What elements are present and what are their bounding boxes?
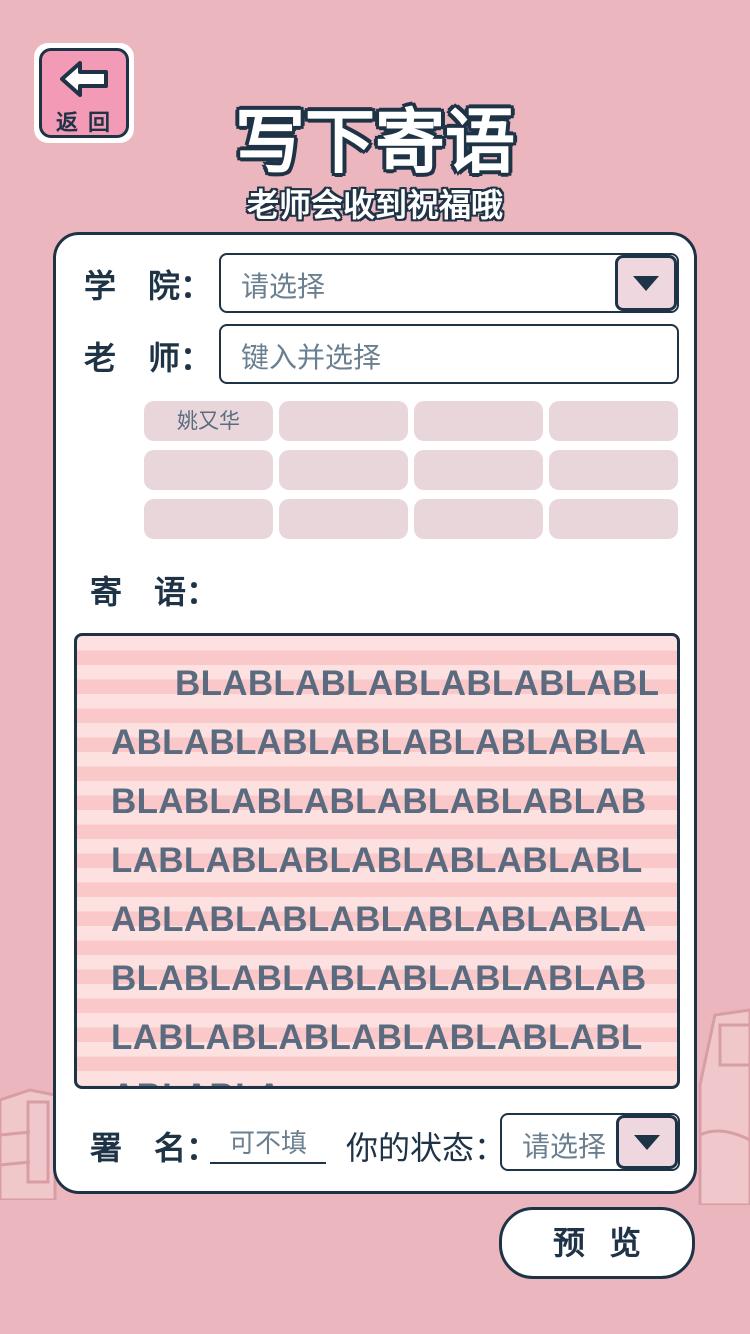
teacher-suggestion-chip[interactable]	[414, 499, 543, 539]
chevron-down-icon	[634, 1135, 660, 1150]
college-dropdown-button[interactable]	[615, 255, 677, 311]
message-textarea[interactable]: BLABLABLABLABLABLABLABLABLABLABLABLABLAB…	[74, 633, 680, 1089]
teacher-suggestion-chip[interactable]	[414, 450, 543, 490]
status-label: 你的状态：	[346, 1129, 507, 1167]
teacher-suggestion-chip[interactable]	[549, 401, 678, 441]
teacher-suggestion-chip[interactable]	[549, 499, 678, 539]
teacher-suggestion-chip[interactable]	[549, 450, 678, 490]
signature-input[interactable]: 可不填	[210, 1123, 326, 1164]
page-subtitle: 老师会收到祝福哦	[246, 186, 503, 224]
teacher-suggestion-chip[interactable]	[279, 499, 408, 539]
college-label: 学 院：	[84, 267, 213, 305]
teacher-suggestion-chip[interactable]	[144, 499, 273, 539]
preview-button[interactable]: 预览	[499, 1207, 695, 1279]
teacher-input[interactable]: 键入并选择	[219, 324, 679, 384]
status-select[interactable]: 请选择	[500, 1113, 680, 1171]
page-title: 写下寄语	[235, 101, 515, 183]
teacher-suggestion-chip[interactable]	[414, 401, 543, 441]
message-text: BLABLABLABLABLABLABLABLABLABLABLABLABLAB…	[111, 664, 660, 1086]
teacher-label: 老 师：	[84, 339, 213, 377]
teacher-input-placeholder: 键入并选择	[241, 341, 382, 374]
college-select-placeholder: 请选择	[241, 270, 326, 303]
status-dropdown-button[interactable]	[616, 1115, 678, 1169]
background-building-left	[0, 1088, 57, 1200]
teacher-suggestion-chip[interactable]	[279, 450, 408, 490]
college-select[interactable]: 请选择	[219, 253, 679, 313]
form-card: 学 院： 请选择 老 师： 键入并选择 姚又华 寄 语： BLABLABLABL…	[53, 232, 697, 1194]
background-building-right	[698, 1008, 750, 1205]
status-select-placeholder: 请选择	[522, 1130, 607, 1163]
message-label: 寄 语：	[90, 573, 219, 611]
chevron-down-icon	[633, 276, 659, 291]
teacher-suggestion-chip[interactable]	[279, 401, 408, 441]
signature-label: 署 名：	[90, 1129, 219, 1167]
teacher-suggestion-chip[interactable]: 姚又华	[144, 401, 273, 441]
teacher-suggestion-chip[interactable]	[144, 450, 273, 490]
